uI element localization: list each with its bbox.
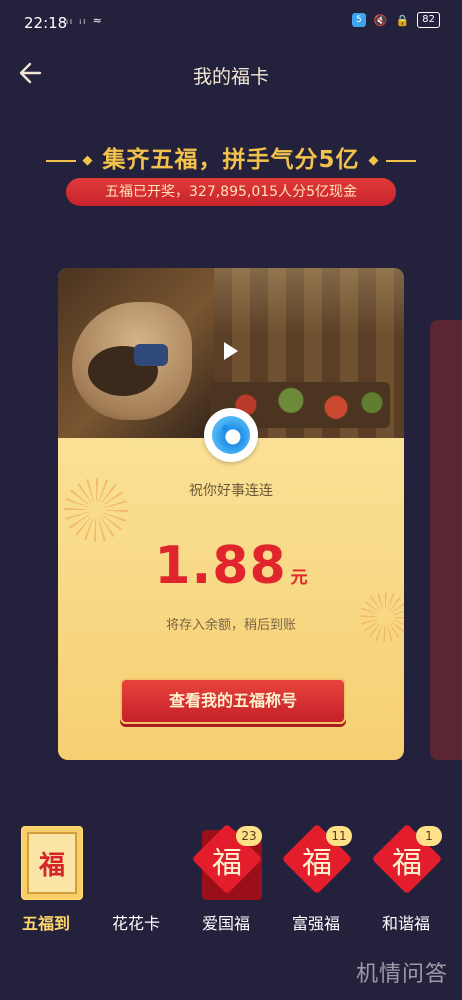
- tab-label: 五福到: [21, 914, 70, 933]
- tab-huahuaka[interactable]: 花 花花卡: [96, 822, 262, 942]
- tab-label: 和谐福: [381, 914, 430, 933]
- firework-decoration: [64, 478, 128, 542]
- next-card-peek[interactable]: [430, 320, 462, 760]
- headline-right-line: [385, 159, 416, 162]
- view-title-button[interactable]: 查看我的五福称号: [120, 678, 346, 724]
- count-badge: 1: [416, 826, 442, 846]
- amount-unit: 元: [290, 568, 308, 588]
- credit-note: 将存入余额，稍后到账: [165, 618, 296, 633]
- watermark: 机情问答: [355, 962, 448, 987]
- headline-left-line: [46, 159, 77, 162]
- card-tabs: 福 五福到 花 花花卡 福 23 爱国福 福 11 富强福 福 1 和谐福: [0, 822, 462, 942]
- reward-card: 祝你好事连连 1.88 元 将存入余额，稍后到账 查看我的五福称号: [58, 268, 404, 760]
- status-time: 22:18: [24, 14, 68, 32]
- count-badge: 11: [326, 826, 352, 846]
- tab-aiguofu[interactable]: 福 23 爱国福: [186, 822, 266, 942]
- sponsor-logo: [204, 408, 258, 462]
- diamond-icon: ◆: [82, 153, 94, 168]
- reward-amount: 1.88 元: [58, 536, 404, 596]
- wufudao-card-icon: 福: [21, 826, 83, 900]
- wufudao-glyph: 福: [27, 832, 77, 894]
- sponsor-logo-mark: [212, 416, 250, 454]
- draw-result-banner: 五福已开奖，327,895,015人分5亿现金: [66, 178, 396, 206]
- page-title: 我的福卡: [192, 66, 269, 88]
- shield-icon: 5: [351, 13, 366, 27]
- tab-label: 富强福: [291, 914, 340, 933]
- headline-text: 集齐五福，拼手气分5亿: [102, 147, 360, 173]
- tab-label: 花花卡: [111, 914, 160, 933]
- tab-fuqiangfu[interactable]: 福 11 富强福: [276, 822, 356, 942]
- headline: ◆ 集齐五福，拼手气分5亿 ◆: [0, 140, 462, 174]
- lock-icon: 🔒: [395, 13, 410, 27]
- signal-wifi-icons: ᵢₗ ᵢₗ ≈: [66, 14, 104, 27]
- play-icon[interactable]: [224, 342, 238, 360]
- battery-indicator: 82: [417, 12, 440, 28]
- nav-bar: 我的福卡: [0, 52, 462, 96]
- tab-hexiefu[interactable]: 福 1 和谐福: [366, 822, 446, 942]
- diamond-icon: ◆: [368, 153, 380, 168]
- mute-icon: 🔇: [373, 13, 388, 27]
- status-bar: 22:18 ᵢₗ ᵢₗ ≈ 5 🔇 🔒 82: [0, 0, 462, 44]
- tab-wufudao[interactable]: 福 五福到: [6, 822, 86, 942]
- amount-value: 1.88: [154, 536, 287, 596]
- scarf-image: [134, 344, 168, 366]
- tab-label: 爱国福: [201, 914, 250, 933]
- count-badge: 23: [236, 826, 262, 846]
- status-right-icons: 5 🔇 🔒 82: [351, 12, 440, 28]
